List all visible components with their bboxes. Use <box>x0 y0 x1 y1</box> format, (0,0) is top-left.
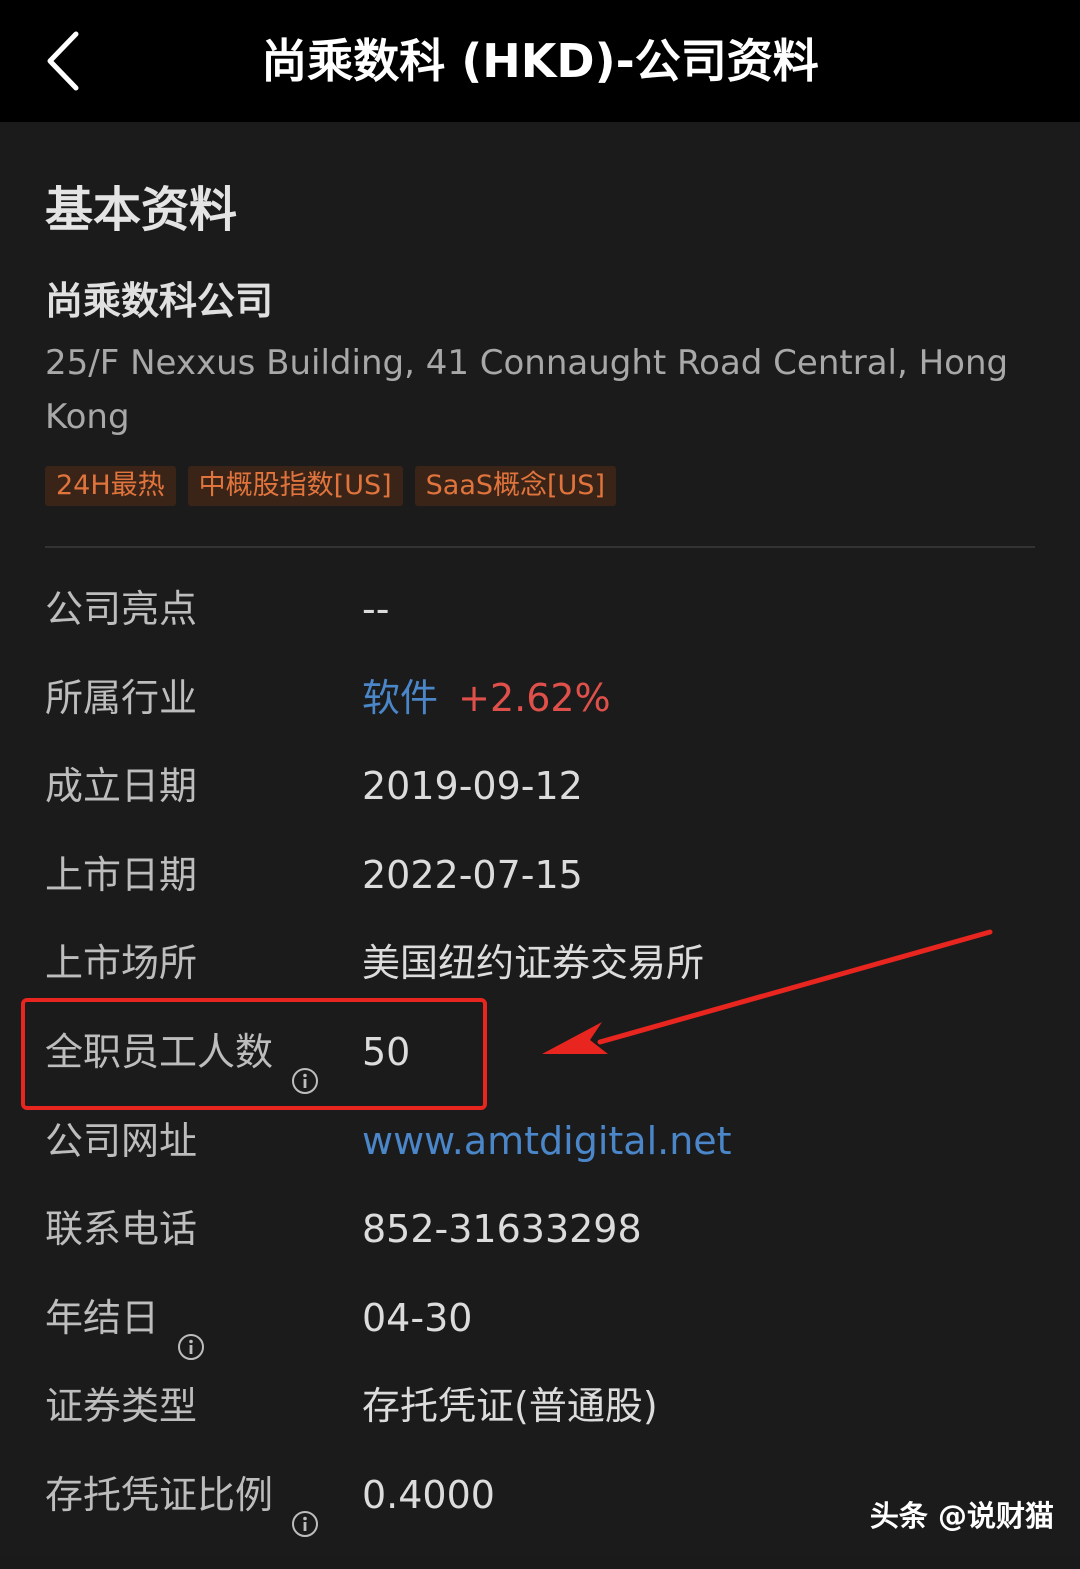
row-highlights: 公司亮点 -- <box>0 565 1080 653</box>
row-label: 公司亮点 <box>45 587 198 631</box>
company-address: 25/F Nexxus Building, 41 Connaught Road … <box>45 343 1009 437</box>
info-icon[interactable] <box>177 1304 205 1360</box>
watermark: 头条 @说财猫 <box>869 1499 1054 1533</box>
row-website: 公司网址 www.amtdigital.net <box>0 1097 1080 1185</box>
row-value: 0.4000 <box>362 1473 495 1517</box>
back-button[interactable] <box>30 26 100 96</box>
row-listed: 上市日期 2022-07-15 <box>0 831 1080 919</box>
row-label: 上市场所 <box>45 941 198 985</box>
row-exchange: 上市场所 美国纽约证券交易所 <box>0 919 1080 1007</box>
row-security-type: 证券类型 存托凭证(普通股) <box>0 1362 1080 1450</box>
row-label: 存托凭证比例 <box>45 1451 319 1539</box>
company-profile-content: 基本资料 尚乘数科公司 25/F Nexxus Building, 41 Con… <box>0 122 1080 1557</box>
row-value: -- <box>362 587 390 631</box>
info-icon[interactable] <box>291 1481 319 1537</box>
row-label-text: 年结日 <box>45 1296 160 1340</box>
industry-change: +2.62% <box>458 676 611 720</box>
chevron-left-icon <box>47 31 79 91</box>
row-label: 公司网址 <box>45 1119 198 1163</box>
website-link[interactable]: www.amtdigital.net <box>362 1097 732 1185</box>
tag-saas-concept[interactable]: SaaS概念[US] <box>414 466 616 506</box>
top-nav-bar: 尚乘数科 (HKD)-公司资料 <box>0 0 1080 122</box>
row-value: 852-31633298 <box>362 1207 642 1251</box>
row-value: 存托凭证(普通股) <box>362 1384 658 1428</box>
section-title: 基本资料 <box>45 182 238 238</box>
row-label: 证券类型 <box>45 1384 198 1428</box>
row-phone: 联系电话 852-31633298 <box>0 1185 1080 1273</box>
row-founded: 成立日期 2019-09-12 <box>0 742 1080 830</box>
tag-hot-24h[interactable]: 24H最热 <box>45 466 176 506</box>
row-label: 所属行业 <box>45 676 198 720</box>
tag-china-concept-index[interactable]: 中概股指数[US] <box>187 466 403 506</box>
row-fiscal-year-end: 年结日 04-30 <box>0 1274 1080 1362</box>
row-value: 2019-09-12 <box>362 764 583 808</box>
row-value: 软件 +2.62% <box>362 654 611 742</box>
tag-list: 24H最热 中概股指数[US] SaaS概念[US] <box>45 466 616 506</box>
row-label-text: 存托凭证比例 <box>45 1473 274 1517</box>
page-title: 尚乘数科 (HKD)-公司资料 <box>261 34 819 88</box>
row-label: 上市日期 <box>45 853 198 897</box>
row-label: 联系电话 <box>45 1207 198 1251</box>
row-label: 年结日 <box>45 1274 205 1362</box>
row-value: 美国纽约证券交易所 <box>362 941 705 985</box>
row-label: 成立日期 <box>45 764 198 808</box>
divider <box>45 546 1035 548</box>
row-value: 2022-07-15 <box>362 853 583 897</box>
row-industry: 所属行业 软件 +2.62% <box>0 654 1080 742</box>
industry-link[interactable]: 软件 <box>362 676 438 720</box>
row-value: 04-30 <box>362 1296 473 1340</box>
company-name: 尚乘数科公司 <box>45 279 274 323</box>
highlight-box-annotation <box>21 998 487 1110</box>
